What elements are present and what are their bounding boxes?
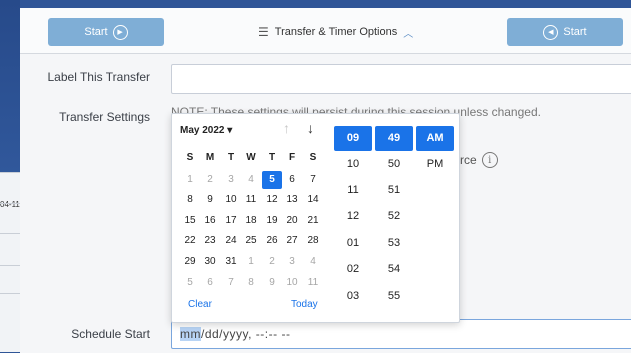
calendar-day[interactable]: 26 (262, 232, 282, 250)
calendar-day[interactable]: 12 (262, 191, 282, 209)
schedule-value: mm/dd/yyyy, --:-- -- (180, 327, 291, 341)
calendar-day[interactable]: 3 (282, 253, 302, 271)
arrow-up-icon[interactable]: ↑ (283, 120, 290, 136)
hour-option[interactable]: 11 (334, 178, 372, 203)
calendar-day[interactable]: 29 (180, 253, 200, 271)
hour-option[interactable]: 12 (334, 204, 372, 229)
transfer-label-input[interactable] (171, 64, 631, 94)
minute-option[interactable]: 54 (375, 257, 413, 282)
calendar-day[interactable]: 10 (221, 191, 241, 209)
label-transfer-label: Label This Transfer (47, 70, 151, 84)
calendar-day[interactable]: 11 (303, 274, 323, 292)
calendar-day[interactable]: 27 (282, 232, 302, 250)
weekday-label: W (246, 152, 256, 163)
calendar-day[interactable]: 30 (200, 253, 220, 271)
minute-option[interactable]: 55 (375, 284, 413, 309)
calendar-day[interactable]: 23 (200, 232, 220, 250)
calendar-day[interactable]: 1 (180, 171, 200, 189)
chevron-up-icon: ︿ (403, 28, 414, 40)
hour-option[interactable]: 02 (334, 257, 372, 282)
calendar-day[interactable]: 10 (282, 274, 302, 292)
hour-option[interactable]: 10 (334, 152, 372, 177)
calendar-day[interactable]: 4 (241, 171, 261, 189)
calendar-day[interactable]: 9 (262, 274, 282, 292)
ampm-option[interactable]: PM (416, 152, 454, 177)
today-link[interactable]: Today (291, 299, 318, 310)
calendar-day[interactable]: 9 (200, 191, 220, 209)
calendar-day[interactable]: 6 (200, 274, 220, 292)
datetime-picker: May 2022 ▾ ↑ ↓ S M T W T F S 1 2 3 4 5 6… (171, 113, 460, 323)
calendar-day[interactable]: 3 (221, 171, 241, 189)
weekday-label: M (205, 152, 215, 163)
calendar-day[interactable]: 18 (241, 212, 261, 230)
minute-option[interactable]: 52 (375, 204, 413, 229)
calendar-day[interactable]: 13 (282, 191, 302, 209)
calendar-day[interactable]: 22 (180, 232, 200, 250)
calendar-day[interactable]: 21 (303, 212, 323, 230)
sliders-icon: ☰ (258, 25, 269, 39)
calendar-day[interactable]: 17 (221, 212, 241, 230)
source-option: rce i (460, 152, 498, 168)
weekday-label: S (186, 152, 194, 163)
calendar-day[interactable]: 5 (180, 274, 200, 292)
minute-option[interactable]: 50 (375, 152, 413, 177)
background-date: 04-11 (0, 200, 20, 209)
hour-option[interactable]: 03 (334, 284, 372, 309)
source-fragment: rce (460, 153, 477, 167)
background-window: 04-11 (0, 172, 22, 352)
start-button-left[interactable]: Start ▶ (48, 18, 164, 46)
start-label: Start (84, 26, 108, 38)
hour-option[interactable]: 01 (334, 231, 372, 256)
calendar-day[interactable]: 11 (241, 191, 261, 209)
calendar-day[interactable]: 28 (303, 232, 323, 250)
calendar-day[interactable]: 19 (262, 212, 282, 230)
transfer-timer-options-toggle[interactable]: ☰ Transfer & Timer Options ︿ (258, 18, 413, 46)
weekday-label: F (288, 152, 296, 163)
transfer-settings-label: Transfer Settings (59, 110, 150, 124)
options-label: Transfer & Timer Options (274, 26, 398, 38)
calendar-day[interactable]: 6 (282, 171, 302, 189)
calendar-day[interactable]: 2 (200, 171, 220, 189)
back-icon: ◀ (543, 24, 559, 40)
start-button-right[interactable]: ◀ Start (507, 18, 623, 46)
calendar-day[interactable]: 25 (241, 232, 261, 250)
start-label: Start (563, 26, 587, 38)
calendar-day[interactable]: 15 (180, 212, 200, 230)
weekday-label: T (227, 152, 235, 163)
info-icon[interactable]: i (481, 152, 498, 168)
schedule-start-input[interactable]: mm/dd/yyyy, --:-- -- (171, 319, 631, 349)
play-icon: ▶ (112, 24, 128, 40)
hour-option-selected[interactable]: 09 (334, 126, 372, 151)
calendar-day[interactable]: 31 (221, 253, 241, 271)
weekday-label: S (309, 152, 317, 163)
calendar-day-selected[interactable]: 5 (262, 171, 282, 189)
weekday-label: T (268, 152, 276, 163)
ampm-option-selected[interactable]: AM (416, 126, 454, 151)
calendar-day[interactable]: 7 (303, 171, 323, 189)
calendar-day[interactable]: 2 (262, 253, 282, 271)
month-select[interactable]: May 2022 ▾ (180, 125, 232, 136)
calendar-day[interactable]: 8 (180, 191, 200, 209)
calendar-day[interactable]: 7 (221, 274, 241, 292)
arrow-down-icon[interactable]: ↓ (307, 120, 314, 136)
schedule-start-label: Schedule Start (71, 327, 150, 341)
calendar-day[interactable]: 8 (241, 274, 261, 292)
calendar-day[interactable]: 24 (221, 232, 241, 250)
calendar-day[interactable]: 4 (303, 253, 323, 271)
calendar-day[interactable]: 1 (241, 253, 261, 271)
calendar-day[interactable]: 20 (282, 212, 302, 230)
minute-option[interactable]: 51 (375, 178, 413, 203)
minute-option-selected[interactable]: 49 (375, 126, 413, 151)
minute-option[interactable]: 53 (375, 231, 413, 256)
panel-header: Start ▶ ☰ Transfer & Timer Options ︿ ◀ S… (20, 8, 631, 54)
calendar-day[interactable]: 14 (303, 191, 323, 209)
calendar-day[interactable]: 16 (200, 212, 220, 230)
clear-link[interactable]: Clear (188, 299, 212, 310)
